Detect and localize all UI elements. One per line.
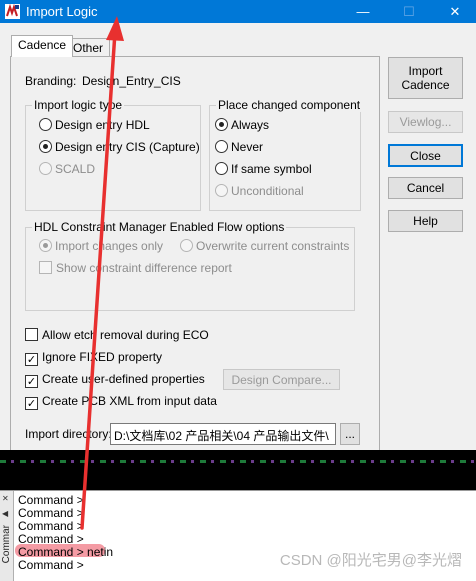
checkbox-create-user-defined[interactable]: ✓ Create user-defined properties [25, 371, 205, 388]
tab-cadence[interactable]: Cadence [11, 35, 74, 57]
maximize-button[interactable]: ☐ [392, 0, 426, 23]
radio-indicator [215, 162, 228, 175]
browse-button[interactable]: ... [340, 423, 360, 445]
cancel-button[interactable]: Cancel [388, 177, 463, 199]
checkbox-allow-etch-removal[interactable]: Allow etch removal during ECO [25, 327, 209, 343]
command-line: Command > [18, 493, 84, 507]
radio-if-same-symbol[interactable]: If same symbol [215, 161, 312, 177]
radio-indicator [39, 239, 52, 252]
radio-label: Design entry HDL [55, 118, 150, 132]
radio-label: Overwrite current constraints [196, 239, 350, 253]
window-title: Import Logic [26, 4, 98, 19]
import-logic-dialog: Cadence Other Branding: Design_Entry_CIS… [0, 23, 476, 451]
command-window-sidebar[interactable]: ✕ ◀ Commar [0, 491, 14, 581]
design-canvas-background [0, 450, 476, 490]
radio-overwrite-constraints[interactable]: Overwrite current constraints [180, 238, 349, 254]
radio-indicator [39, 140, 52, 153]
checkbox-show-difference[interactable]: Show constraint difference report [39, 260, 232, 276]
radio-always[interactable]: Always [215, 117, 269, 133]
branding-label: Branding: [25, 74, 77, 88]
checkbox-indicator [25, 328, 38, 341]
checkbox-indicator: ✓ [25, 375, 38, 388]
import-logic-type-group: Import logic type Design entry HDL Desig… [25, 98, 201, 211]
checkbox-label: Create PCB XML from input data [42, 394, 217, 408]
canvas-trace-pattern [0, 460, 476, 463]
radio-indicator [180, 239, 193, 252]
command-line: Command > [18, 532, 84, 546]
command-line: Command > [18, 506, 84, 520]
close-window-button[interactable]: ✕ [438, 0, 472, 23]
cadence-tab-panel: Branding: Design_Entry_CIS Import logic … [10, 56, 380, 451]
command-line: Command > [18, 519, 84, 533]
radio-label: Design entry CIS (Capture) [55, 140, 200, 154]
checkbox-ignore-fixed[interactable]: ✓ Ignore FIXED property [25, 349, 163, 366]
radio-label: Unconditional [231, 184, 304, 198]
hdl-constraint-title: HDL Constraint Manager Enabled Flow opti… [32, 220, 287, 234]
title-bar[interactable]: Import Logic — ☐ ✕ [0, 0, 476, 23]
radio-label: Always [231, 118, 270, 132]
checkbox-indicator: ✓ [25, 353, 38, 366]
help-button[interactable]: Help [388, 210, 463, 232]
radio-indicator [39, 162, 52, 175]
checkbox-indicator [39, 261, 52, 274]
radio-never[interactable]: Never [215, 139, 263, 155]
design-compare-button[interactable]: Design Compare... [223, 369, 340, 390]
command-line: Command > [18, 558, 84, 572]
hdl-constraint-group: HDL Constraint Manager Enabled Flow opti… [25, 220, 355, 311]
radio-indicator [215, 140, 228, 153]
minimize-button[interactable]: — [346, 0, 380, 23]
import-directory-field[interactable]: D:\文档库\02 产品相关\04 产品输出文件\ [110, 423, 336, 445]
app-icon [5, 4, 20, 19]
radio-unconditional[interactable]: Unconditional [215, 183, 304, 199]
checkbox-label: Allow etch removal during ECO [42, 328, 209, 342]
radio-indicator [215, 184, 228, 197]
import-logic-type-title: Import logic type [32, 98, 125, 112]
checkbox-label: Create user-defined properties [42, 372, 205, 386]
watermark: CSDN @阳光宅男@李光熠 [279, 552, 462, 569]
radio-label: Never [231, 140, 264, 154]
branding-value: Design_Entry_CIS [82, 74, 181, 88]
radio-label: If same symbol [231, 162, 312, 176]
radio-scald[interactable]: SCALD [39, 161, 95, 177]
close-x-icon[interactable]: ✕ [2, 494, 9, 503]
close-button[interactable]: Close [388, 144, 463, 167]
viewlog-button[interactable]: Viewlog... [388, 111, 463, 133]
command-window[interactable]: ✕ ◀ Commar Command > Command > Command >… [0, 490, 476, 581]
checkbox-create-pcb-xml[interactable]: ✓ Create PCB XML from input data [25, 393, 217, 410]
radio-import-changes-only[interactable]: Import changes only [39, 238, 163, 254]
chevron-left-icon[interactable]: ◀ [2, 509, 8, 518]
checkbox-indicator: ✓ [25, 397, 38, 410]
import-cadence-button[interactable]: Import Cadence [388, 57, 463, 99]
command-line-netin: Command > netin [18, 545, 114, 559]
import-directory-label: Import directory: [25, 427, 112, 441]
radio-design-entry-cis[interactable]: Design entry CIS (Capture) [39, 139, 200, 155]
place-changed-title: Place changed component [216, 98, 363, 112]
radio-indicator [215, 118, 228, 131]
radio-design-entry-hdl[interactable]: Design entry HDL [39, 117, 150, 133]
place-changed-component-group: Place changed component Always Never If … [209, 98, 363, 211]
command-window-label: Commar [1, 525, 12, 564]
radio-indicator [39, 118, 52, 131]
checkbox-label: Ignore FIXED property [42, 350, 163, 364]
radio-label: SCALD [55, 162, 96, 176]
radio-label: Import changes only [55, 239, 164, 253]
checkbox-label: Show constraint difference report [56, 261, 232, 275]
